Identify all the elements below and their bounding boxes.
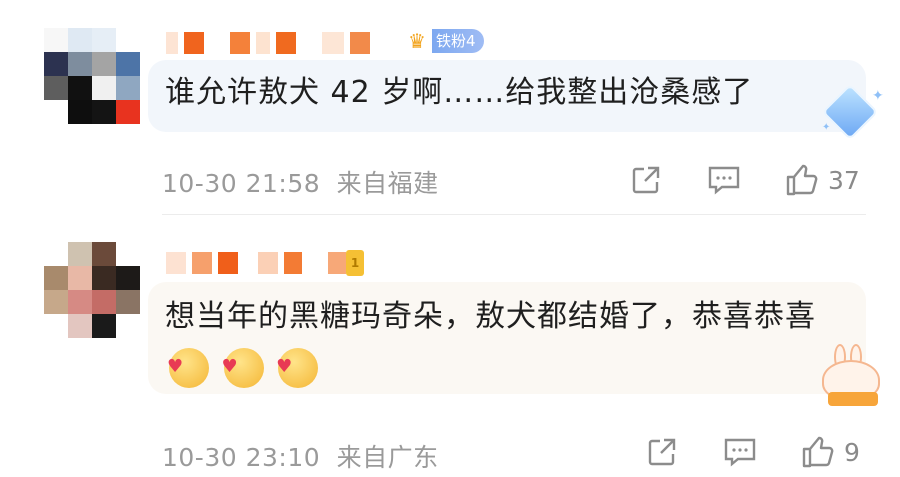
thumbs-up-icon xyxy=(802,436,834,468)
rabbit-decoration-icon xyxy=(800,344,890,406)
like-count: 9 xyxy=(844,437,860,467)
like-button[interactable]: 9 xyxy=(800,432,860,472)
comment-text-body: 想当年的黑糖玛奇朵，敖犬都结婚了，恭喜恭喜 xyxy=(165,299,816,334)
reply-button[interactable] xyxy=(722,434,758,470)
avatar[interactable] xyxy=(44,242,140,338)
hug-heart-emoji-icon xyxy=(167,342,209,392)
hug-heart-emoji-icon xyxy=(222,342,264,392)
comment-item: 1 想当年的黑糖玛奇朵，敖犬都结婚了，恭喜恭喜 10-30 23:10 来自广东… xyxy=(0,0,900,477)
comment-icon xyxy=(724,438,756,467)
username[interactable] xyxy=(166,252,346,274)
share-icon xyxy=(648,438,676,466)
comment-time: 10-30 23:10 xyxy=(162,443,321,472)
comment-text: 想当年的黑糖玛奇朵，敖犬都结婚了，恭喜恭喜 xyxy=(165,292,865,392)
hug-heart-emoji-icon xyxy=(276,342,319,392)
comment-meta: 10-30 23:10 来自广东 xyxy=(162,438,439,474)
fan-level-badge[interactable]: 1 xyxy=(346,250,364,276)
comment-location: 来自广东 xyxy=(336,443,439,472)
share-button[interactable] xyxy=(644,434,680,470)
